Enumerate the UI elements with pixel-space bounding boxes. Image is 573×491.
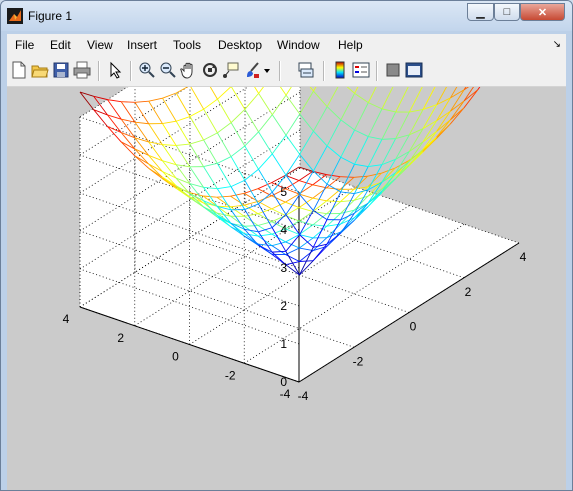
figure-canvas: 0 1 2 3 4 5 -4 -2 0 2 4 -4 -2 0 2 4	[7, 1, 566, 491]
matlab-logo-icon	[7, 8, 23, 24]
surface-plot[interactable]: 012345-4-2024-4-2024	[7, 1, 566, 491]
hide-plot-tools-icon[interactable]	[384, 61, 402, 79]
maximize-button[interactable]: □	[494, 3, 520, 21]
toolbar-separator	[279, 61, 281, 81]
menu-desktop[interactable]: Desktop	[218, 38, 262, 52]
toolbar-separator	[323, 61, 325, 81]
insert-colorbar-icon[interactable]	[331, 61, 349, 79]
menu-help[interactable]: Help	[338, 38, 363, 52]
new-figure-icon[interactable]	[10, 61, 28, 79]
y-tick-label: 4	[63, 312, 70, 326]
close-icon: ✕	[537, 6, 548, 19]
z-tick-label: 3	[280, 261, 287, 275]
edit-plot-arrow-icon[interactable]	[106, 61, 124, 79]
title-bar[interactable]: Figure 1 ▁ □ ✕	[1, 1, 572, 31]
window-title: Figure 1	[28, 9, 73, 23]
brush-dropdown-icon[interactable]	[263, 61, 271, 79]
menu-window[interactable]: Window	[277, 38, 320, 52]
menu-file[interactable]: File	[15, 38, 34, 52]
z-tick-label: 2	[280, 299, 287, 313]
toolbar-separator	[130, 61, 132, 81]
toolbar-separator	[376, 61, 378, 81]
open-file-icon[interactable]	[31, 61, 49, 79]
x-tick-label: -2	[353, 354, 364, 368]
close-button[interactable]: ✕	[520, 3, 565, 21]
menu-view[interactable]: View	[87, 38, 113, 52]
y-tick-label: -2	[225, 368, 236, 382]
z-tick-label: 4	[280, 223, 287, 237]
show-plot-tools-icon[interactable]	[405, 61, 423, 79]
mesh-edge	[340, 176, 355, 178]
menu-tools[interactable]: Tools	[173, 38, 201, 52]
y-tick-label: 2	[117, 331, 124, 345]
y-tick-label: 0	[172, 350, 179, 364]
x-tick-label: -4	[298, 389, 309, 403]
minimize-icon: ▁	[476, 6, 485, 19]
mesh-edge	[121, 101, 136, 103]
pan-hand-icon[interactable]	[180, 61, 198, 79]
menu-bar: File Edit View Insert Tools Desktop Wind…	[7, 34, 566, 56]
toolbar-separator	[98, 61, 100, 81]
x-tick-label: 2	[465, 285, 472, 299]
print-icon[interactable]	[73, 61, 91, 79]
figure-window: Figure 1 ▁ □ ✕ File Edit View Insert Too…	[0, 0, 573, 491]
y-tick-label: -4	[280, 387, 291, 401]
data-cursor-icon[interactable]	[222, 61, 240, 79]
menu-edit[interactable]: Edit	[50, 38, 71, 52]
brush-icon[interactable]	[243, 61, 261, 79]
x-tick-label: 4	[520, 250, 527, 264]
zoom-out-icon[interactable]	[159, 61, 177, 79]
x-tick-label: 0	[410, 320, 417, 334]
rotate-3d-icon[interactable]	[201, 61, 219, 79]
z-tick-label: 1	[280, 337, 287, 351]
dock-arrow-icon[interactable]: ↘	[553, 39, 561, 50]
menu-insert[interactable]: Insert	[127, 38, 157, 52]
zoom-in-icon[interactable]	[138, 61, 156, 79]
insert-legend-icon[interactable]	[352, 61, 370, 79]
figure-toolbar	[7, 56, 566, 87]
maximize-icon: □	[503, 6, 511, 18]
minimize-button[interactable]: ▁	[467, 3, 494, 21]
z-tick-label: 5	[280, 185, 287, 199]
save-icon[interactable]	[52, 61, 70, 79]
link-plot-icon[interactable]	[297, 61, 315, 79]
